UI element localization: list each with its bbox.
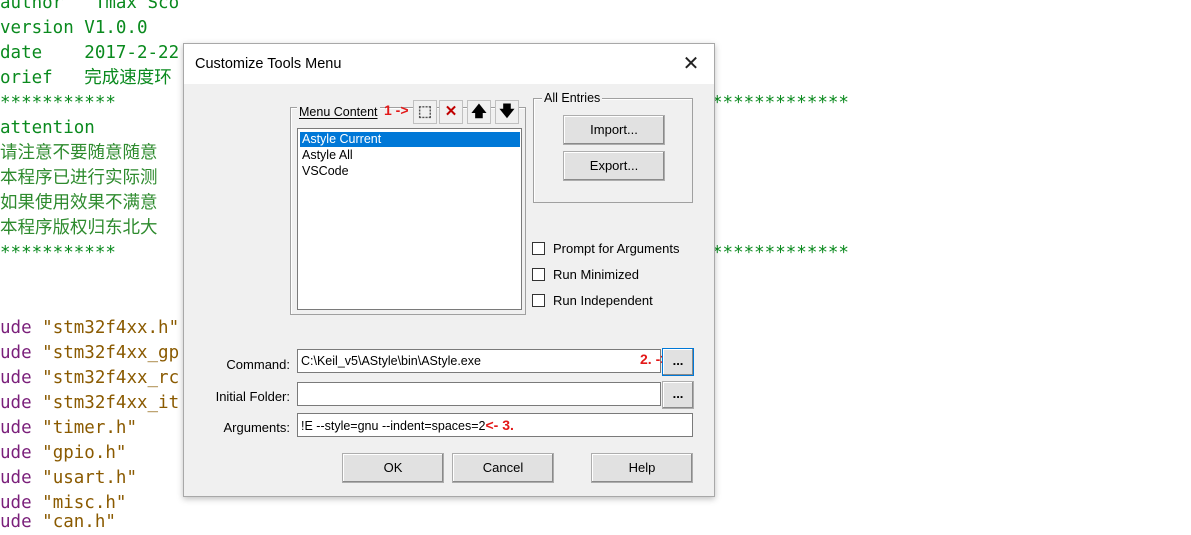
initial-folder-label: Initial Folder:	[215, 389, 290, 404]
annotation-1: 1 ->	[384, 102, 409, 118]
code-line: ***********	[0, 93, 116, 113]
code-line: author Tmax Sco	[0, 0, 180, 13]
all-entries-label: All Entries	[542, 91, 603, 105]
code-line: 本程序已进行实际测	[0, 168, 158, 188]
new-entry-icon[interactable]: ⬚	[413, 100, 437, 124]
command-browse-button[interactable]: ...	[662, 348, 694, 376]
help-button[interactable]: Help	[591, 453, 693, 483]
include-line: ude "stm32f4xx_gp	[0, 343, 180, 363]
include-line: ude "stm32f4xx.h"	[0, 318, 180, 338]
code-line: *************	[712, 243, 849, 263]
arguments-input[interactable]: !E --style=gnu --indent=spaces=2<- 3.	[297, 413, 693, 437]
code-line: ***********	[0, 243, 116, 263]
customize-tools-dialog: Customize Tools Menu ✕ Menu Content 1 ->…	[183, 43, 715, 497]
include-line: ude "usart.h"	[0, 468, 137, 488]
run-minimized-label: Run Minimized	[553, 267, 639, 282]
include-line: ude "stm32f4xx_it	[0, 393, 180, 413]
move-down-icon[interactable]: 🡇	[495, 100, 519, 124]
run-independent-checkbox[interactable]	[532, 294, 545, 307]
include-line: ude "stm32f4xx_rc	[0, 368, 180, 388]
code-line: date 2017-2-22	[0, 43, 180, 63]
import-button[interactable]: Import...	[563, 115, 665, 145]
code-line: version V1.0.0	[0, 18, 148, 38]
menu-entries-list[interactable]: Astyle Current Astyle All VSCode	[297, 128, 522, 310]
list-item[interactable]: VSCode	[300, 164, 520, 179]
delete-entry-icon[interactable]: ✕	[439, 100, 463, 124]
dialog-title: Customize Tools Menu	[195, 56, 342, 72]
code-line: 请注意不要随意随意	[0, 143, 158, 163]
code-line: 如果使用效果不满意	[0, 193, 158, 213]
run-independent-label: Run Independent	[553, 293, 653, 308]
close-icon[interactable]: ✕	[681, 54, 701, 74]
code-line: orief 完成速度环	[0, 68, 172, 88]
run-minimized-checkbox[interactable]	[532, 268, 545, 281]
arguments-label: Arguments:	[223, 420, 290, 435]
prompt-arguments-checkbox[interactable]	[532, 242, 545, 255]
include-line: ude "can.h"	[0, 512, 116, 532]
include-line: ude "timer.h"	[0, 418, 137, 438]
initial-folder-browse-button[interactable]: ...	[662, 381, 694, 409]
export-button[interactable]: Export...	[563, 151, 665, 181]
initial-folder-input[interactable]	[297, 382, 661, 406]
cancel-button[interactable]: Cancel	[452, 453, 554, 483]
menu-content-label: Menu Content	[297, 105, 380, 119]
command-label: Command:	[226, 357, 290, 372]
annotation-3: <- 3.	[485, 417, 514, 433]
ok-button[interactable]: OK	[342, 453, 444, 483]
prompt-arguments-label: Prompt for Arguments	[553, 241, 680, 256]
include-line: ude "gpio.h"	[0, 443, 127, 463]
code-line: 本程序版权归东北大	[0, 218, 158, 238]
list-item[interactable]: Astyle Current	[300, 132, 520, 147]
list-item[interactable]: Astyle All	[300, 148, 520, 163]
dialog-titlebar[interactable]: Customize Tools Menu ✕	[184, 44, 714, 84]
code-line: *************	[712, 93, 849, 113]
command-input[interactable]: C:\Keil_v5\AStyle\bin\AStyle.exe	[297, 349, 661, 373]
code-line: attention	[0, 118, 95, 138]
move-up-icon[interactable]: 🡅	[467, 100, 491, 124]
